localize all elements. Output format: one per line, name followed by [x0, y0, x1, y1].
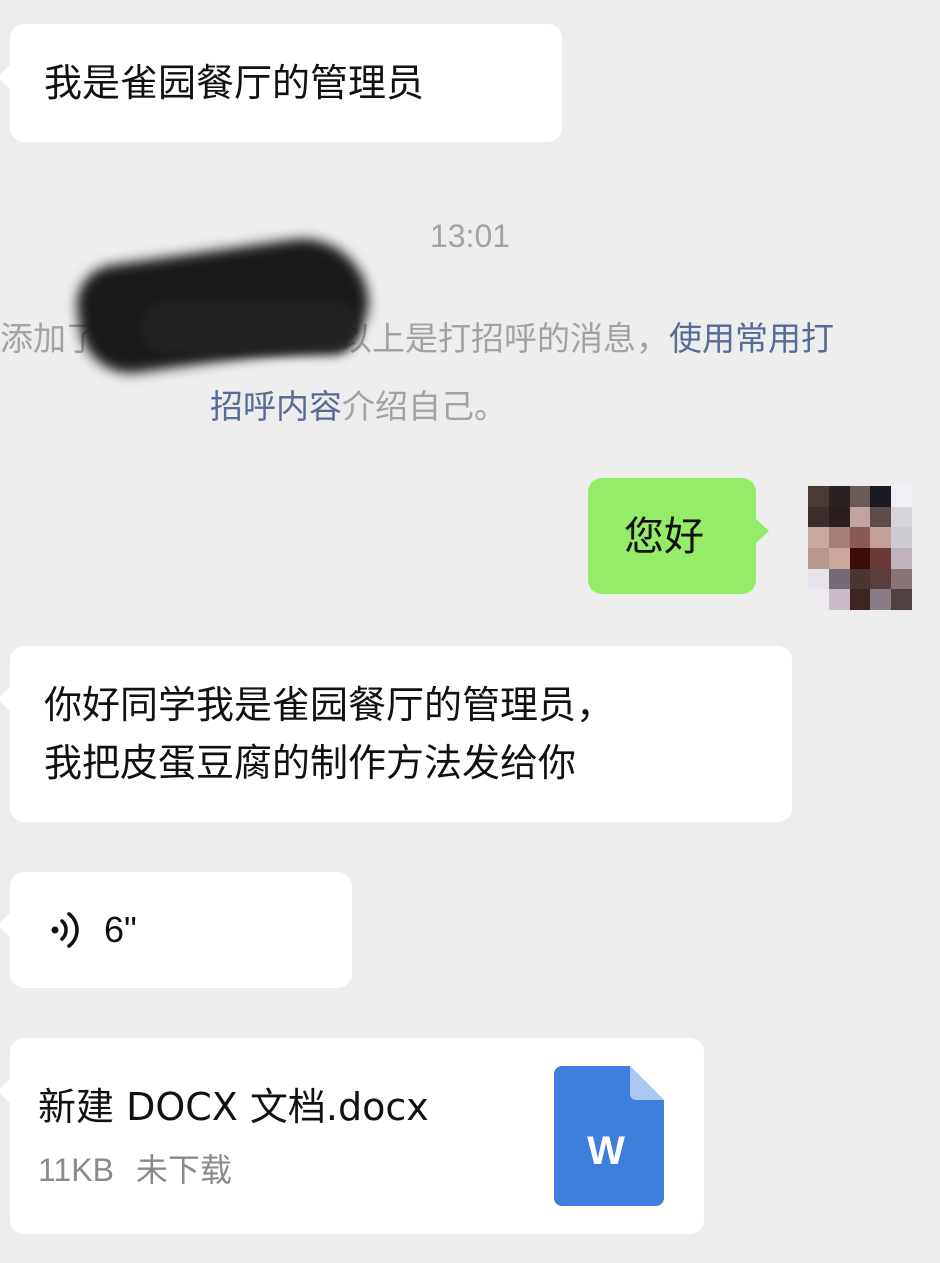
incoming-message-bubble[interactable]: 我是雀园餐厅的管理员	[0, 24, 562, 142]
avatar[interactable]	[808, 486, 912, 610]
outgoing-message-bubble[interactable]: 您好	[588, 478, 769, 594]
voice-message-bubble[interactable]: 6"	[0, 872, 352, 988]
voice-wave-icon	[51, 912, 79, 948]
chat-timestamp: 13:01	[429, 218, 511, 254]
common-greeting-link-continued[interactable]: 招呼内容	[210, 387, 342, 426]
incoming-message-bubble[interactable]: 你好同学我是雀园餐厅的管理员， 我把皮蛋豆腐的制作方法发给你	[0, 646, 792, 822]
file-message-bubble[interactable]: 新建 DOCX 文档.docx 11KB 未下载 W	[0, 1038, 704, 1234]
doc-icon-letter: W	[587, 1129, 625, 1173]
system-text-middle: 以上是打招呼的消息，	[339, 319, 669, 358]
system-text-suffix: 介绍自己。	[342, 387, 507, 426]
message-text-line-1: 你好同学我是雀园餐厅的管理员，	[44, 683, 615, 727]
file-download-status: 未下载	[135, 1151, 232, 1189]
word-document-icon: W	[554, 1066, 664, 1206]
voice-duration: 6"	[104, 909, 137, 950]
message-text: 您好	[624, 514, 704, 560]
file-meta: 11KB 未下载	[38, 1150, 232, 1190]
common-greeting-link[interactable]: 使用常用打	[669, 319, 834, 358]
message-text: 我是雀园餐厅的管理员	[44, 61, 425, 105]
file-size: 11KB	[38, 1152, 114, 1188]
file-name: 新建 DOCX 文档.docx	[38, 1085, 429, 1129]
message-text-line-2: 我把皮蛋豆腐的制作方法发给你	[44, 741, 577, 785]
redaction-scribble-secondary	[140, 300, 360, 355]
